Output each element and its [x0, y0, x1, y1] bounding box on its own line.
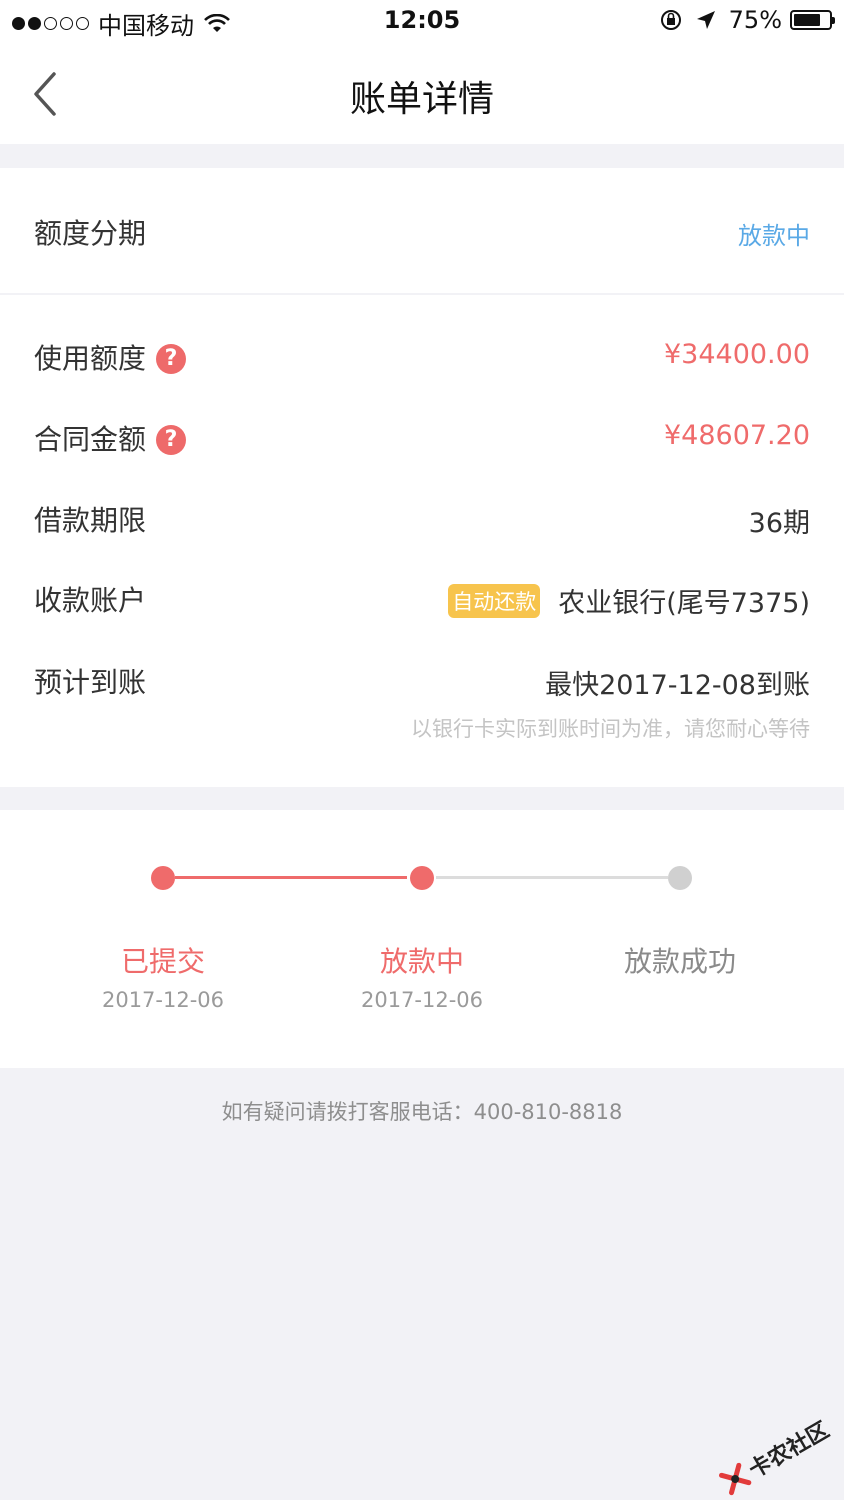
step-dot-lending	[410, 866, 434, 890]
term-label: 借款期限	[34, 504, 147, 537]
rotation-lock-icon	[660, 10, 681, 30]
customer-service-note: 如有疑问请拨打客服电话：400-810-8818	[221, 1100, 623, 1124]
step-date-submitted: 2017-12-06	[101, 988, 225, 1012]
page-title: 账单详情	[349, 79, 494, 120]
step-label-success: 放款成功	[623, 945, 736, 978]
step-label-submitted: 已提交	[120, 945, 205, 978]
loan-status-badge: 放款中	[738, 222, 810, 250]
progress-line-done	[175, 876, 407, 879]
nav-bar: 账单详情	[0, 44, 844, 144]
account-value: 农业银行(尾号7375)	[558, 588, 810, 619]
contract-amount-label: 合同金额	[34, 423, 147, 456]
battery-icon	[790, 10, 835, 30]
loan-details-section: 使用额度? ¥34400.00 合同金额? ¥48607.20 借款期限 36期…	[0, 295, 844, 787]
watermark-text: 卡农社区	[744, 1417, 834, 1484]
arrival-note: 以银行卡实际到账时间为准，请您耐心等待	[411, 717, 810, 741]
status-right: 75%	[659, 6, 835, 34]
contract-amount-row-label: 合同金额?	[34, 418, 187, 458]
used-amount-value: ¥34400.00	[663, 339, 810, 370]
battery-percent: 75%	[728, 6, 782, 34]
help-icon[interactable]: ?	[156, 344, 187, 374]
used-amount-row-label: 使用额度?	[34, 337, 187, 377]
progress-section: 已提交 2017-12-06 放款中 2017-12-06 放款成功	[0, 810, 844, 1068]
help-icon[interactable]: ?	[156, 425, 187, 455]
step-dot-success	[668, 866, 692, 890]
arrival-value: 最快2017-12-08到账	[545, 670, 810, 701]
account-label: 收款账户	[34, 584, 147, 617]
contract-amount-value: ¥48607.20	[663, 420, 810, 451]
step-label-lending: 放款中	[379, 945, 464, 978]
account-value-row: 自动还款 农业银行(尾号7375)	[448, 581, 810, 620]
loan-type-section: 额度分期 放款中	[0, 168, 844, 293]
arrival-label: 预计到账	[34, 666, 147, 699]
loan-type-label: 额度分期	[34, 217, 147, 250]
step-date-lending: 2017-12-06	[360, 988, 484, 1012]
status-bar: 中国移动 12:05 75%	[0, 0, 844, 44]
watermark: 卡农社区	[716, 1413, 834, 1500]
step-dot-submitted	[151, 866, 175, 890]
used-amount-label: 使用额度	[34, 342, 147, 375]
auto-repay-tag: 自动还款	[448, 584, 541, 618]
progress-line-pending	[436, 876, 668, 879]
location-arrow-icon	[696, 11, 715, 29]
term-value: 36期	[748, 508, 810, 539]
